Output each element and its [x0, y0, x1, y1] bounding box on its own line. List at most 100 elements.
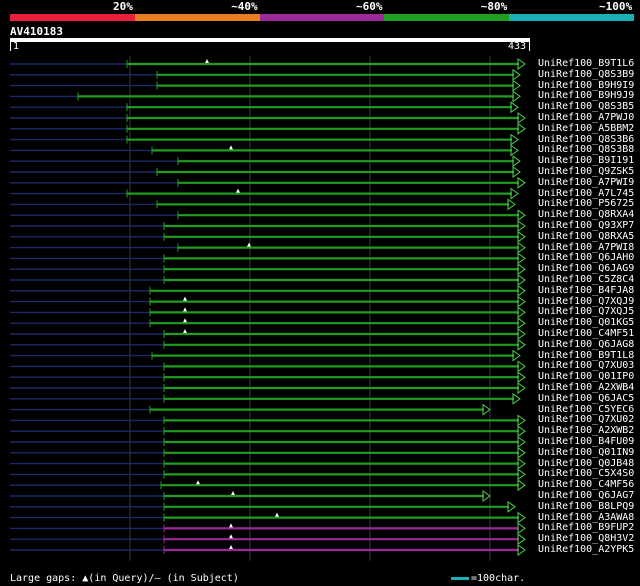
hit-label[interactable]: UniRef100_Q8S3B6	[538, 134, 634, 145]
hit-label[interactable]: UniRef100_Q8RXA4	[538, 209, 634, 220]
hit-row[interactable]	[10, 295, 526, 308]
hit-label[interactable]: UniRef100_A7PWJ0	[538, 112, 634, 123]
hit-row[interactable]	[10, 263, 526, 276]
hit-row[interactable]	[10, 144, 519, 157]
hit-row[interactable]	[10, 328, 526, 340]
hit-label[interactable]: UniRef100_Q8H3V2	[538, 533, 634, 544]
hit-row[interactable]	[10, 522, 526, 535]
hit-row[interactable]	[10, 360, 526, 373]
hit-row[interactable]	[10, 446, 526, 459]
hit-row[interactable]	[10, 457, 526, 470]
hit-label[interactable]: UniRef100_B9H9I9	[538, 80, 634, 91]
hit-row[interactable]	[10, 533, 526, 546]
hit-label[interactable]: UniRef100_Q93XP7	[538, 220, 634, 231]
hit-label[interactable]: UniRef100_A7PWI9	[538, 177, 634, 188]
hit-label[interactable]: UniRef100_Q7XQJ9	[538, 296, 634, 307]
hit-label[interactable]: UniRef100_B9FUP2	[538, 522, 634, 533]
hit-label[interactable]: UniRef100_A3AWA8	[538, 512, 634, 523]
alignment-end-arrow-icon	[517, 252, 526, 265]
hit-label[interactable]: UniRef100_Q7XU03	[538, 360, 634, 371]
alignment-end-arrow-icon	[507, 198, 516, 211]
scale-swatch	[451, 577, 469, 580]
hit-row[interactable]	[10, 436, 526, 448]
hit-row[interactable]	[10, 274, 526, 286]
hit-row[interactable]	[10, 479, 526, 492]
hit-label[interactable]: UniRef100_C5YEC6	[538, 404, 634, 415]
hit-label[interactable]: UniRef100_B9I191	[538, 155, 634, 166]
hit-label[interactable]: UniRef100_C4MF51	[538, 328, 634, 339]
hit-label[interactable]: UniRef100_B9H9J9	[538, 90, 634, 101]
hit-row[interactable]	[10, 58, 526, 70]
hit-row[interactable]	[10, 511, 526, 524]
hit-label[interactable]: UniRef100_Q6JAG8	[538, 339, 634, 350]
alignment-end-arrow-icon	[517, 306, 526, 319]
hit-row[interactable]	[10, 392, 521, 405]
hit-label[interactable]: UniRef100_Q01IN9	[538, 447, 634, 458]
hit-row[interactable]	[10, 155, 521, 168]
hit-row[interactable]	[10, 112, 526, 124]
query-gap-marker-icon	[229, 145, 233, 150]
hit-label[interactable]: UniRef100_B9T1L6	[538, 58, 634, 69]
hit-label[interactable]: UniRef100_P56725	[538, 198, 634, 209]
hit-label[interactable]: UniRef100_A7PWI8	[538, 242, 634, 253]
hit-label[interactable]: UniRef100_A7L745	[538, 188, 634, 199]
subject-gap-marker-icon: —	[154, 573, 161, 584]
hit-label[interactable]: UniRef100_Q9ZSK5	[538, 166, 634, 177]
hit-row[interactable]	[10, 101, 519, 114]
hit-row[interactable]	[10, 371, 526, 384]
hit-label[interactable]: UniRef100_A2YPK5	[538, 544, 634, 555]
hit-label[interactable]: UniRef100_C5Z8C4	[538, 274, 634, 285]
hit-row[interactable]	[10, 209, 526, 222]
alignment-end-arrow-icon	[512, 166, 521, 178]
hit-row[interactable]	[10, 500, 516, 513]
hit-row[interactable]	[10, 338, 526, 351]
hit-row[interactable]	[10, 349, 521, 362]
hit-label[interactable]: UniRef100_Q01IP0	[538, 371, 634, 382]
hit-row[interactable]	[10, 414, 526, 427]
hit-row[interactable]	[10, 166, 521, 178]
hit-label[interactable]: UniRef100_C4MF56	[538, 479, 634, 490]
hit-row[interactable]	[10, 252, 526, 265]
hit-label[interactable]: UniRef100_A2XWB4	[538, 382, 634, 393]
gaps-subject-text: (in Subject)	[166, 573, 239, 584]
hit-row[interactable]	[10, 382, 526, 394]
hit-label[interactable]: UniRef100_Q6JAG9	[538, 263, 634, 274]
hit-label[interactable]: UniRef100_B4FU09	[538, 436, 634, 447]
hit-row[interactable]	[10, 284, 526, 297]
hit-label[interactable]: UniRef100_Q8S3B5	[538, 101, 634, 112]
hit-label[interactable]: UniRef100_Q6JAG7	[538, 490, 634, 501]
hit-row[interactable]	[10, 241, 526, 254]
hit-row[interactable]	[10, 230, 526, 243]
hit-label[interactable]: UniRef100_A5BBM2	[538, 123, 634, 134]
hit-row[interactable]	[10, 220, 526, 232]
hit-row[interactable]	[10, 79, 521, 92]
hit-row[interactable]	[10, 468, 526, 481]
hit-row[interactable]	[10, 187, 519, 200]
alignment-end-arrow-icon	[517, 457, 526, 470]
hit-row[interactable]	[10, 68, 521, 81]
hit-row[interactable]	[10, 306, 526, 319]
hit-label[interactable]: UniRef100_Q01KG5	[538, 317, 634, 328]
hit-label[interactable]: UniRef100_Q6JAC5	[538, 393, 634, 404]
hit-row[interactable]	[10, 544, 526, 556]
hit-row[interactable]	[10, 176, 526, 189]
hit-label[interactable]: UniRef100_B9T1L8	[538, 350, 634, 361]
hit-row[interactable]	[10, 122, 526, 135]
hit-label[interactable]: UniRef100_Q7XQJ5	[538, 306, 634, 317]
hit-label[interactable]: UniRef100_Q7XU02	[538, 414, 634, 425]
hit-row[interactable]	[10, 133, 519, 146]
hit-label[interactable]: UniRef100_C5X4S0	[538, 468, 634, 479]
hit-label[interactable]: UniRef100_B8LPQ9	[538, 501, 634, 512]
hit-label[interactable]: UniRef100_A2XWB2	[538, 425, 634, 436]
hit-row[interactable]	[10, 198, 516, 211]
hit-label[interactable]: UniRef100_Q8RXA5	[538, 231, 634, 242]
hit-label[interactable]: UniRef100_B4FJA8	[538, 285, 634, 296]
hit-label[interactable]: UniRef100_Q8S3B9	[538, 69, 634, 80]
hit-label[interactable]: UniRef100_Q8S3B8	[538, 144, 634, 155]
hit-row[interactable]	[10, 317, 526, 330]
hit-row[interactable]	[10, 90, 521, 103]
hit-row[interactable]	[10, 425, 526, 438]
hit-label[interactable]: UniRef100_Q6JAH0	[538, 252, 634, 263]
scale-label: =100char.	[471, 573, 526, 584]
hit-label[interactable]: UniRef100_Q0JB48	[538, 458, 634, 469]
